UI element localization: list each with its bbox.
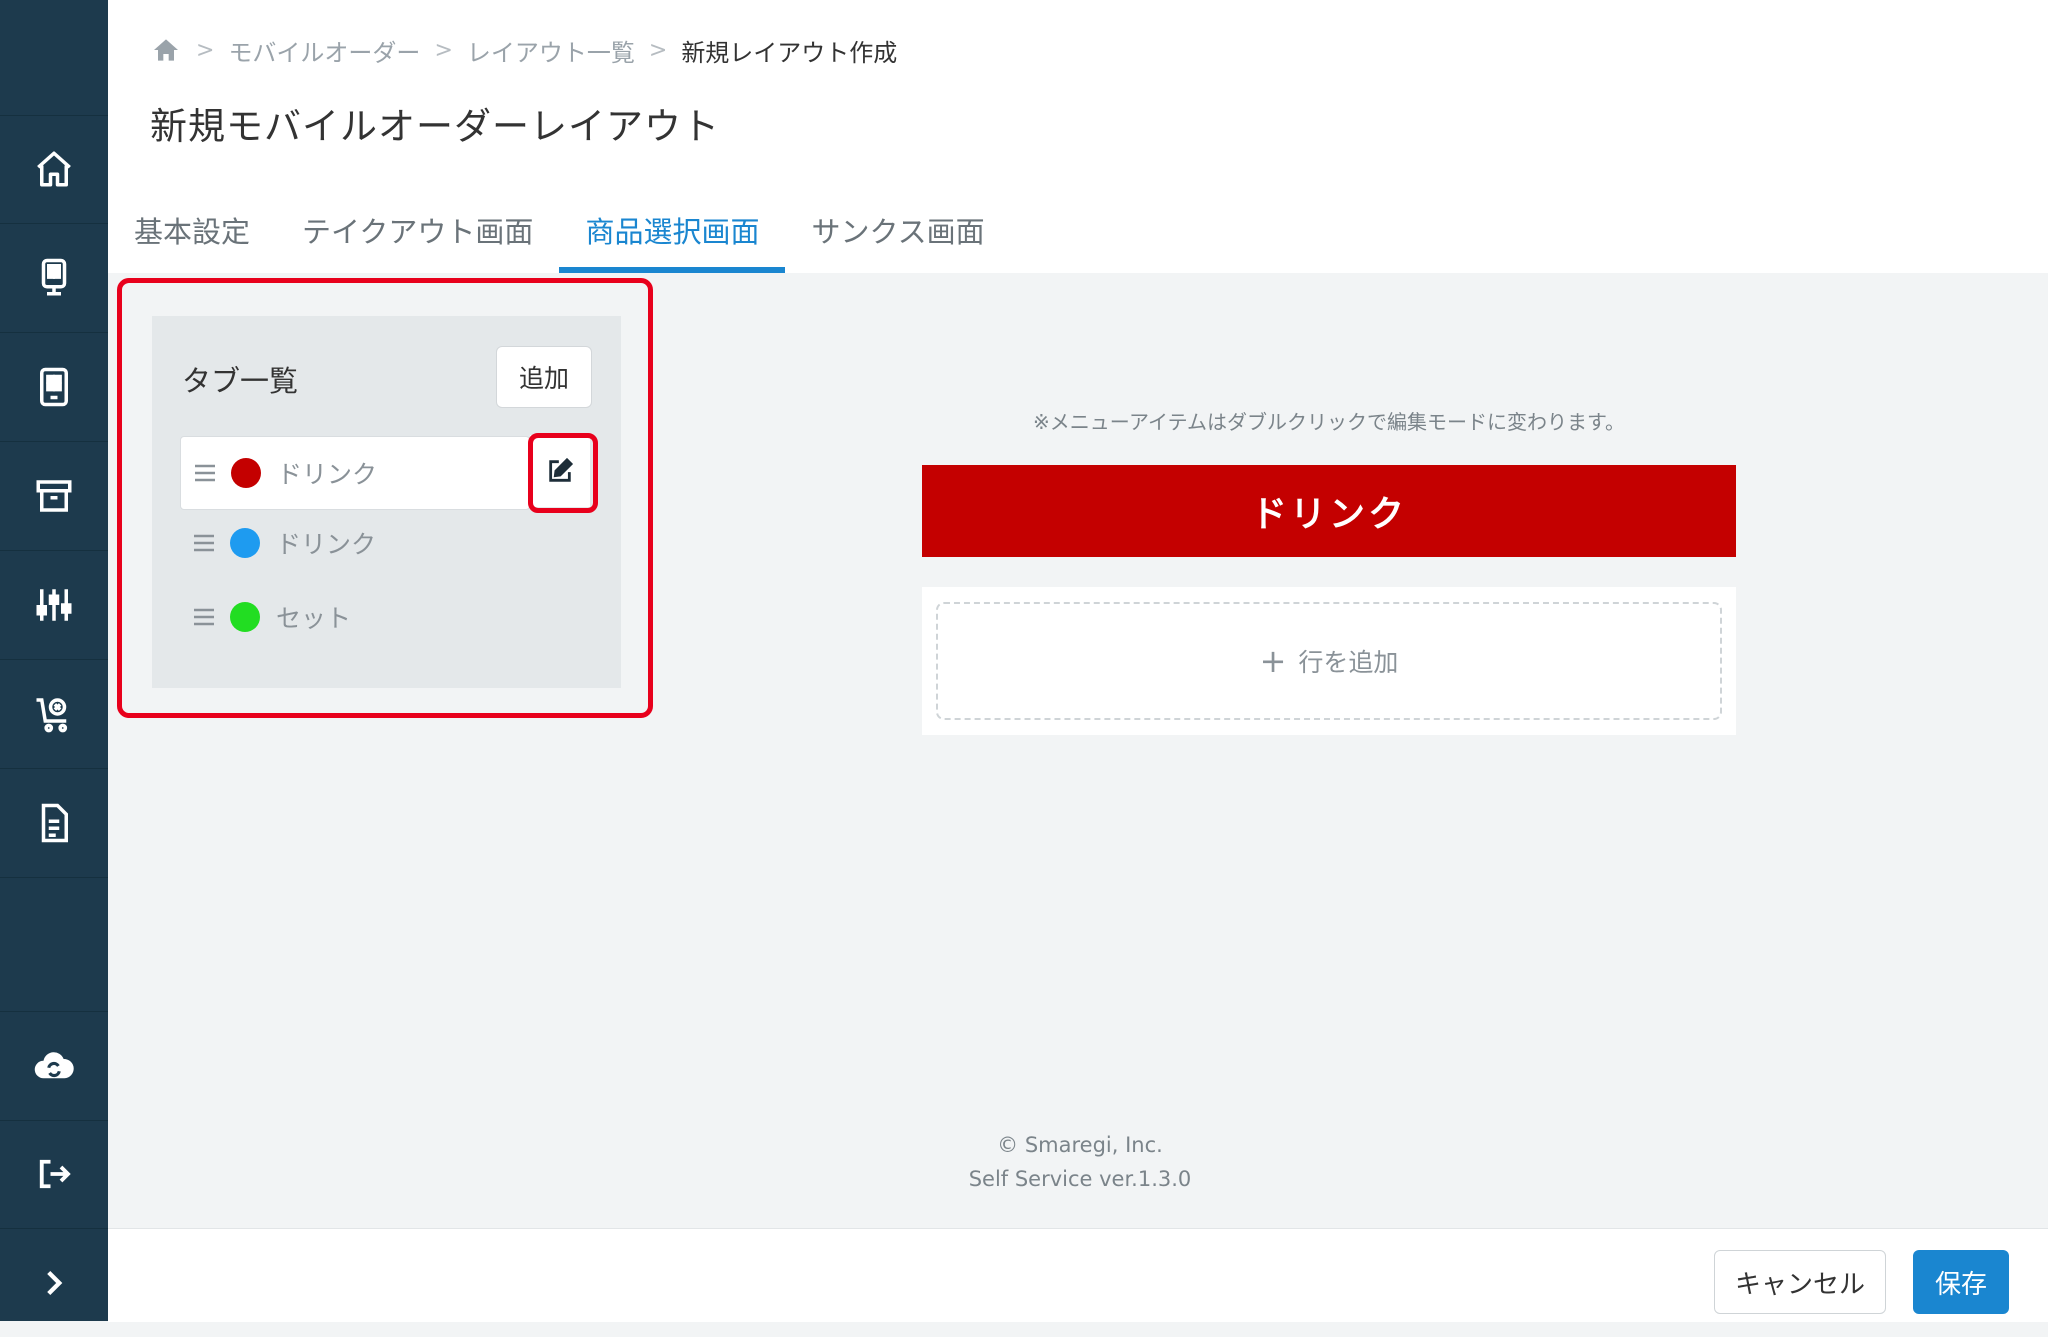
sliders-icon [36,589,72,621]
tab-bar: 基本設定 テイクアウト画面 商品選択画面 サンクス画面 [108,195,1011,273]
sidebar [0,0,108,1321]
breadcrumb-layout-list[interactable]: レイアウト一覧 [467,33,635,68]
tab-list-item[interactable]: ドリンク [180,436,530,510]
add-row-label: 行を追加 [1298,648,1399,677]
copyright: © Smaregi, Inc. Self Service ver.1.3.0 [920,1128,1240,1196]
chevron-right-icon [47,1270,63,1296]
tab-list-item-label: ドリンク [276,530,377,559]
tab-basic-settings[interactable]: 基本設定 [108,195,276,273]
edit-button-highlight [528,433,598,513]
sidebar-item-mobile[interactable] [0,333,108,442]
tab-color-dot [231,458,261,488]
sidebar-top [0,0,108,116]
tab-list-item-label: ドリンク [277,460,378,489]
plus-icon: + [1259,642,1287,680]
tab-color-dot [230,602,260,632]
version-text: Self Service ver.1.3.0 [968,1167,1192,1191]
sidebar-item-report[interactable] [0,769,108,878]
breadcrumb-separator: > [434,37,453,63]
header: > モバイルオーダー > レイアウト一覧 > 新規レイアウト作成 新規モバイルオ… [108,0,2048,273]
tab-list-item-label: セット [276,604,352,633]
tab-thanks-screen[interactable]: サンクス画面 [785,195,1010,273]
tab-list-item[interactable]: セット [180,580,530,654]
breadcrumb: > モバイルオーダー > レイアウト一覧 > 新規レイアウト作成 [150,30,897,70]
tab-list-item[interactable]: ドリンク [180,506,530,580]
breadcrumb-mobile-order[interactable]: モバイルオーダー [228,33,420,68]
cloud-sync-icon [34,1052,74,1079]
mobile-icon [40,367,68,407]
add-tab-button[interactable]: 追加 [496,346,592,408]
edit-hint-text: ※メニューアイテムはダブルクリックで編集モードに変わります。 [1033,410,1625,434]
copyright-text: © Smaregi, Inc. [997,1133,1163,1157]
drag-handle-icon[interactable] [193,462,217,484]
cart-cancel-icon [36,698,68,733]
sidebar-item-kiosk[interactable] [0,224,108,333]
action-bar: キャンセル 保存 [108,1228,2048,1322]
tab-list-title: タブ一覧 [182,364,299,398]
sidebar-item-home[interactable] [0,115,108,224]
document-icon [41,803,68,843]
save-button[interactable]: 保存 [1913,1250,2009,1314]
breadcrumb-new-layout: 新規レイアウト作成 [681,38,898,67]
tab-product-selection[interactable]: 商品選択画面 [559,195,786,273]
sidebar-item-cart-cancel[interactable] [0,660,108,769]
cancel-button[interactable]: キャンセル [1714,1250,1886,1314]
kiosk-icon [41,258,67,296]
logout-icon [39,1159,71,1189]
drag-handle-icon[interactable] [192,532,216,554]
tab-takeout-screen[interactable]: テイクアウト画面 [276,195,559,273]
tab-color-dot [230,528,260,558]
breadcrumb-separator: > [196,37,215,63]
home-icon [37,151,71,187]
sidebar-item-logout[interactable] [0,1120,108,1229]
sidebar-item-archive[interactable] [0,442,108,551]
drag-handle-icon[interactable] [192,606,216,628]
page-title: 新規モバイルオーダーレイアウト [150,105,720,148]
breadcrumb-separator: > [648,37,668,63]
sidebar-item-sync[interactable] [0,1011,108,1121]
preview-tab-header[interactable]: ドリンク [922,465,1736,557]
preview-body: + 行を追加 [922,587,1736,735]
add-row-button[interactable]: + 行を追加 [936,602,1722,720]
sidebar-item-settings[interactable] [0,551,108,660]
home-icon[interactable] [150,34,182,66]
archive-icon [36,480,72,512]
